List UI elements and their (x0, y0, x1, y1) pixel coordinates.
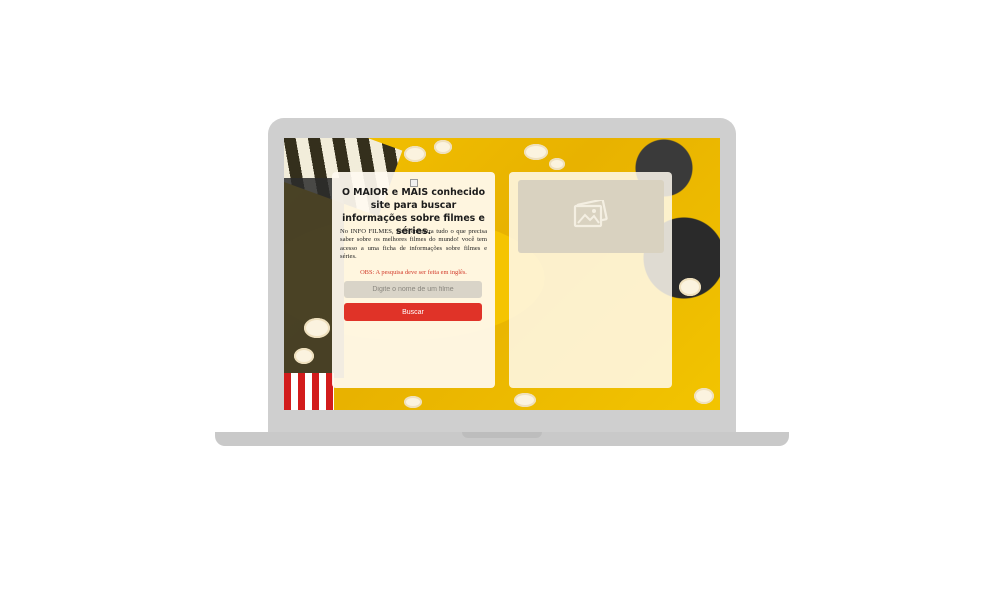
popcorn-decoration (404, 396, 422, 408)
popcorn-decoration (549, 158, 565, 170)
intro-description: No INFO FILMES, você encontra tudo o que… (340, 228, 487, 261)
popcorn-decoration (434, 140, 452, 154)
popcorn-box-decoration (284, 373, 334, 410)
popcorn-decoration (524, 144, 548, 160)
popcorn-decoration (514, 393, 536, 407)
popcorn-decoration (404, 146, 426, 162)
movie-search-input[interactable] (344, 281, 482, 298)
movie-poster-placeholder (518, 180, 664, 253)
language-note: OBS: A pesquisa deve ser feita em inglês… (360, 269, 467, 276)
popcorn-decoration (679, 278, 701, 296)
popcorn-decoration (294, 348, 314, 364)
popcorn-decoration (694, 388, 714, 404)
laptop-notch (462, 432, 542, 438)
image-placeholder-icon (573, 198, 609, 233)
popcorn-decoration (304, 318, 330, 338)
search-button[interactable]: Buscar (344, 303, 482, 321)
